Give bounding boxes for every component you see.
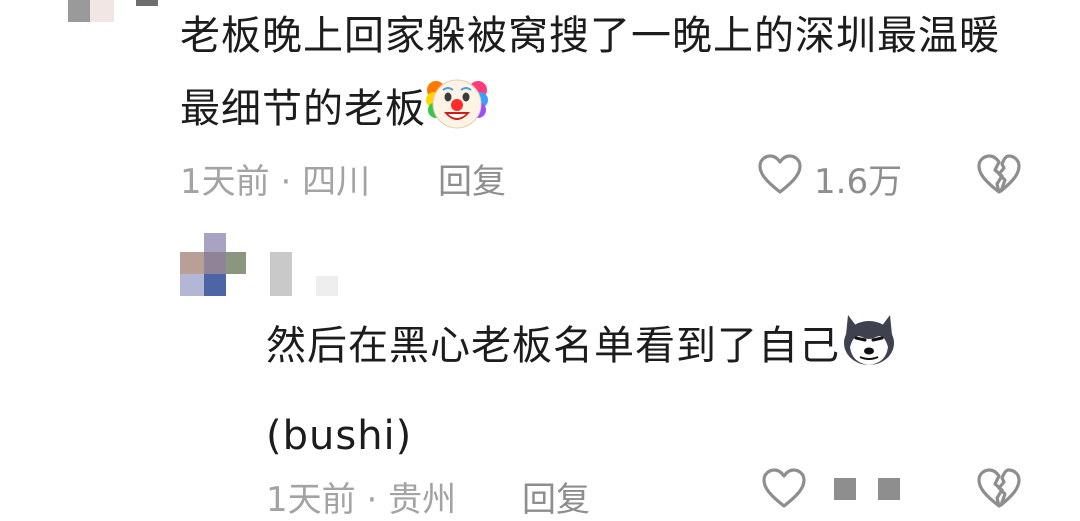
location: 贵州 [388,480,457,520]
location: 四川 [302,162,371,202]
heart-icon [760,468,808,514]
comment-text: 然后在黑心老板名单看到了自己 (bushi) [266,306,986,476]
like-count: 1.6万 [814,162,903,202]
timestamp: 1天前 [266,480,356,520]
meta-separator: · [280,162,292,202]
heart-icon [756,154,804,200]
clown-face-icon [426,72,488,155]
comment-meta: 1天前 · 四川 [180,154,370,203]
comment-meta: 1天前 · 贵州 [266,472,456,521]
meta-separator: · [366,480,378,520]
reply-button[interactable]: 回复 [438,154,506,203]
dislike-button[interactable] [975,152,1023,200]
like-button[interactable] [756,152,804,200]
broken-heart-icon [975,154,1023,200]
broken-heart-icon [975,468,1023,514]
comment-text: 老板晚上回家躲被窝搜了一晚上的深圳最温暖最细节的老板 [180,0,1020,155]
husky-face-icon [840,311,898,396]
reply-button[interactable]: 回复 [522,472,590,521]
like-button[interactable] [760,466,808,514]
dislike-button[interactable] [975,466,1023,514]
timestamp: 1天前 [180,162,270,202]
